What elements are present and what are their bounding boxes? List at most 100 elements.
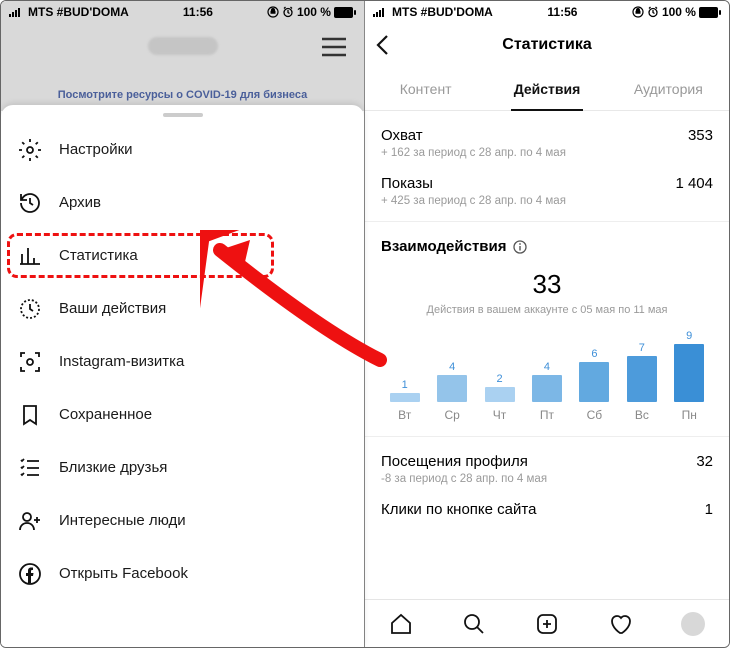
info-icon[interactable]: [513, 240, 527, 254]
bar-rect: [627, 356, 657, 402]
bar-value-label: 9: [686, 330, 692, 342]
stat-impressions: Показы 1 404: [381, 175, 713, 192]
gear-icon: [17, 137, 43, 163]
tab-audience[interactable]: Аудитория: [608, 67, 729, 110]
bar-rect: [674, 344, 704, 402]
menu-label: Настройки: [59, 141, 133, 158]
stat-value: 1 404: [675, 175, 713, 192]
xaxis-label: Пт: [523, 408, 570, 422]
stat-label: Охват: [381, 127, 423, 144]
heading-label: Взаимодействия: [381, 238, 507, 255]
bar-value-label: 2: [496, 373, 502, 385]
heart-icon[interactable]: [607, 611, 633, 637]
chart-bar: 4: [428, 361, 475, 402]
stat-label: Посещения профиля: [381, 453, 528, 470]
menu-sheet: Настройки Архив Статистика Ваши дей: [1, 105, 364, 647]
bookmark-icon: [17, 402, 43, 428]
menu-item-close-friends[interactable]: Близкие друзья: [1, 441, 364, 494]
stat-value: 1: [705, 501, 713, 518]
battery-label: 100 %: [297, 5, 331, 19]
scan-icon: [17, 349, 43, 375]
covid-banner[interactable]: Посмотрите ресурсы о COVID-19 для бизнес…: [1, 89, 364, 101]
tab-content[interactable]: Контент: [365, 67, 486, 110]
orientation-lock-icon: [632, 6, 644, 18]
xaxis-label: Сб: [571, 408, 618, 422]
phone-left: MTS #BUD'DOMA 11:56 100 % Посмо: [1, 1, 365, 647]
chart-bar: 6: [571, 348, 618, 402]
hamburger-icon[interactable]: [322, 37, 346, 57]
stat-value: 353: [688, 127, 713, 144]
menu-item-activity[interactable]: Ваши действия: [1, 282, 364, 335]
menu-label: Архив: [59, 194, 101, 211]
status-bar: MTS #BUD'DOMA 11:56 100 %: [1, 1, 364, 23]
stats-scroll[interactable]: Охват 353 + 162 за период с 28 апр. по 4…: [365, 111, 729, 599]
menu-label: Сохраненное: [59, 406, 152, 423]
tab-actions[interactable]: Действия: [486, 67, 607, 110]
menu-item-nametag[interactable]: Instagram-визитка: [1, 335, 364, 388]
divider: [365, 436, 729, 437]
stat-sub: + 162 за период с 28 апр. по 4 мая: [381, 147, 713, 159]
clock-label: 11:56: [183, 5, 213, 19]
clock-icon: [17, 190, 43, 216]
bar-rect: [485, 387, 515, 402]
chart-bar: 9: [666, 330, 713, 402]
close-friends-icon: [17, 455, 43, 481]
menu-item-saved[interactable]: Сохраненное: [1, 388, 364, 441]
home-icon[interactable]: [388, 611, 414, 637]
signal-icon: [9, 7, 23, 17]
bar-value-label: 6: [591, 348, 597, 360]
facebook-icon: [17, 561, 43, 587]
menu-label: Статистика: [59, 247, 138, 264]
chart-bar: 1: [381, 379, 428, 402]
xaxis-label: Чт: [476, 408, 523, 422]
battery-icon: [334, 7, 356, 18]
menu-item-discover-people[interactable]: Интересные люди: [1, 494, 364, 547]
bar-value-label: 7: [639, 342, 645, 354]
username-blurred: [148, 37, 218, 55]
xaxis-label: Ср: [428, 408, 475, 422]
stat-value: 32: [696, 453, 713, 470]
highlight-annotation: [7, 233, 274, 278]
clock-label: 11:56: [547, 5, 577, 19]
menu-item-archive[interactable]: Архив: [1, 176, 364, 229]
stat-label: Показы: [381, 175, 433, 192]
interactions-sub: Действия в вашем аккаунте с 05 мая по 11…: [381, 304, 713, 316]
xaxis-label: Пн: [666, 408, 713, 422]
alarm-icon: [647, 6, 659, 18]
status-bar: MTS #BUD'DOMA 11:56 100 %: [365, 1, 729, 23]
divider: [365, 221, 729, 222]
bottom-tab-bar: [365, 599, 729, 647]
menu-item-statistics[interactable]: Статистика: [1, 229, 364, 282]
bar-value-label: 4: [449, 361, 455, 373]
activity-icon: [17, 296, 43, 322]
orientation-lock-icon: [267, 6, 279, 18]
bar-rect: [532, 375, 562, 402]
stat-sub: + 425 за период с 28 апр. по 4 мая: [381, 195, 713, 207]
stats-icon: [17, 243, 43, 269]
tab-label: Действия: [514, 81, 581, 97]
xaxis-label: Вт: [381, 408, 428, 422]
menu-label: Близкие друзья: [59, 459, 167, 476]
stat-reach: Охват 353: [381, 127, 713, 144]
nav-bar: Статистика: [365, 23, 729, 67]
chart-bar: 2: [476, 373, 523, 402]
bar-rect: [579, 362, 609, 402]
carrier-label: MTS #BUD'DOMA: [392, 5, 493, 19]
menu-label: Открыть Facebook: [59, 565, 188, 582]
stat-profile-visits: Посещения профиля 32: [381, 453, 713, 470]
sheet-grabber[interactable]: [163, 113, 203, 117]
menu-label: Интересные люди: [59, 512, 186, 529]
back-button[interactable]: [375, 34, 389, 56]
menu-item-settings[interactable]: Настройки: [1, 123, 364, 176]
menu-item-open-facebook[interactable]: Открыть Facebook: [1, 547, 364, 600]
tab-label: Контент: [400, 81, 452, 97]
battery-label: 100 %: [662, 5, 696, 19]
search-icon[interactable]: [461, 611, 487, 637]
profile-avatar[interactable]: [680, 611, 706, 637]
add-post-icon[interactable]: [534, 611, 560, 637]
bar-value-label: 1: [402, 379, 408, 391]
phone-right: MTS #BUD'DOMA 11:56 100 % Статистика: [365, 1, 729, 647]
page-title: Статистика: [502, 36, 591, 54]
bar-rect: [437, 375, 467, 402]
stat-website-clicks: Клики по кнопке сайта 1: [381, 501, 713, 518]
